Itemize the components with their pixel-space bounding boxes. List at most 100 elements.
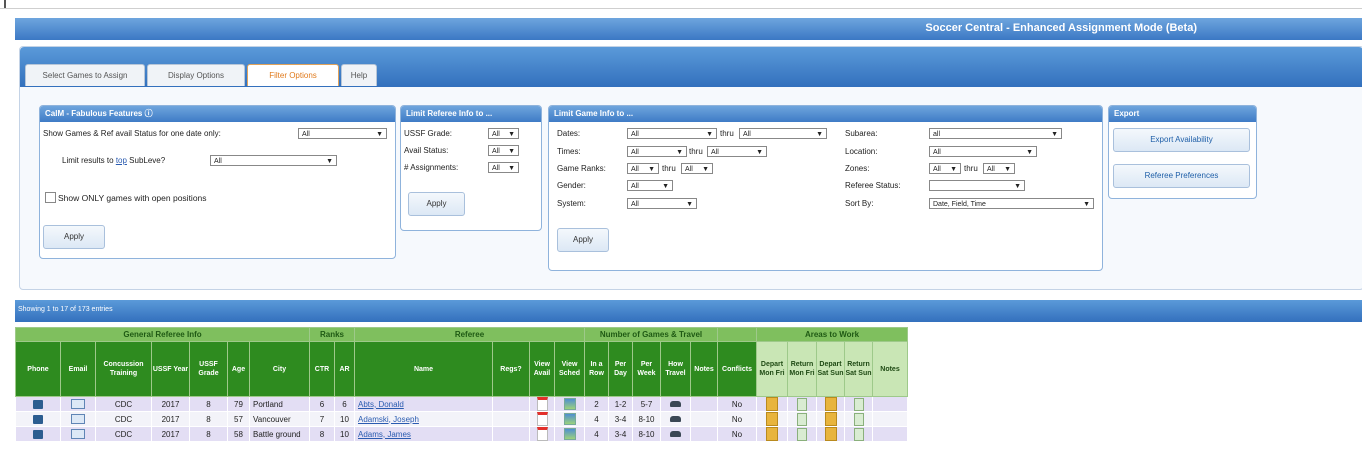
col-return-sat-sun[interactable]: Return Sat Sun: [844, 341, 873, 397]
col-view-avail[interactable]: View Avail: [529, 341, 555, 397]
col-view-sched[interactable]: View Sched: [554, 341, 585, 397]
game-ranks-label: Game Ranks:: [557, 164, 606, 173]
times-thru-select[interactable]: All ▼: [707, 146, 767, 157]
game-ranks-from-select[interactable]: All ▼: [627, 163, 659, 174]
schedule-icon[interactable]: [563, 398, 576, 410]
col-area-notes[interactable]: Notes: [872, 341, 908, 397]
referee-name-link[interactable]: Adams, James: [358, 430, 411, 439]
tab-display-options[interactable]: Display Options: [147, 64, 245, 86]
referee-apply-button[interactable]: Apply: [408, 192, 465, 216]
schedule-icon[interactable]: [563, 413, 576, 425]
limit-subarea-select[interactable]: All ▼: [210, 155, 337, 166]
col-conflicts[interactable]: Conflicts: [717, 341, 757, 397]
document-icon[interactable]: [824, 397, 837, 411]
open-positions-checkbox[interactable]: [45, 192, 56, 203]
app-title: Soccer Central - Enhanced Assignment Mod…: [925, 22, 1197, 34]
training-cell: CDC: [95, 411, 152, 427]
col-training[interactable]: Concussion Training: [95, 341, 152, 397]
dates-thru-select[interactable]: All ▼: [739, 128, 827, 139]
gender-select[interactable]: All ▼: [627, 180, 673, 191]
page-icon[interactable]: [853, 427, 864, 441]
col-ussf-grade[interactable]: USSF Grade: [189, 341, 228, 397]
col-regs[interactable]: Regs?: [492, 341, 530, 397]
page-icon[interactable]: [797, 397, 807, 411]
phone-icon[interactable]: [33, 414, 43, 424]
document-icon[interactable]: [824, 427, 837, 441]
col-per-week[interactable]: Per Week: [632, 341, 661, 397]
col-per-day[interactable]: Per Day: [608, 341, 633, 397]
email-icon[interactable]: [71, 414, 85, 424]
col-phone[interactable]: Phone: [15, 341, 61, 397]
table-row: CDC 2017 8 79 Portland 6 6 Abts, Donald …: [15, 396, 908, 412]
tab-strip: Select Games to Assign Display Options F…: [20, 47, 1362, 87]
times-from-select[interactable]: All ▼: [627, 146, 687, 157]
calendar-icon[interactable]: [536, 397, 548, 411]
col-how-travel[interactable]: How Travel: [660, 341, 691, 397]
page-icon[interactable]: [797, 427, 807, 441]
zones-thru-select[interactable]: All ▼: [983, 163, 1015, 174]
top-link[interactable]: top: [116, 156, 127, 165]
per-week-cell: 8-10: [632, 411, 661, 427]
col-ar[interactable]: AR: [334, 341, 355, 397]
referee-name-link[interactable]: Abts, Donald: [358, 400, 404, 409]
col-notes[interactable]: Notes: [690, 341, 718, 397]
email-icon[interactable]: [71, 429, 85, 439]
notes-cell: [690, 426, 718, 442]
col-return-mon-fri[interactable]: Return Mon Fri: [787, 341, 817, 397]
tab-help[interactable]: Help: [341, 64, 377, 86]
referee-preferences-button[interactable]: Referee Preferences: [1113, 164, 1250, 188]
car-icon: [670, 431, 681, 438]
city-cell: Vancouver: [249, 411, 310, 427]
custom-apply-button[interactable]: Apply: [43, 225, 105, 249]
col-ussf-year[interactable]: USSF Year: [151, 341, 190, 397]
ussf-grade-select[interactable]: All ▼: [488, 128, 519, 139]
tab-filter-options[interactable]: Filter Options: [247, 64, 339, 86]
assignments-select[interactable]: All ▼: [488, 162, 519, 173]
location-select[interactable]: All ▼: [929, 146, 1037, 157]
browser-top-edge: [0, 0, 1362, 9]
notes-cell: [690, 396, 718, 412]
calendar-icon[interactable]: [536, 427, 548, 441]
show-games-date-select[interactable]: All ▼: [298, 128, 387, 139]
col-email[interactable]: Email: [60, 341, 96, 397]
col-city[interactable]: City: [249, 341, 310, 397]
system-select[interactable]: All ▼: [627, 198, 697, 209]
dates-from-select[interactable]: All ▼: [627, 128, 717, 139]
info-icon[interactable]: ⓘ: [145, 109, 153, 118]
avail-status-label: Avail Status:: [404, 146, 449, 155]
email-icon[interactable]: [71, 399, 85, 409]
referee-name-link[interactable]: Adamski, Joseph: [358, 415, 419, 424]
export-availability-button[interactable]: Export Availability: [1113, 128, 1250, 152]
phone-icon[interactable]: [33, 399, 43, 409]
col-depart-sat-sun[interactable]: Depart Sat Sun: [816, 341, 845, 397]
general-group-header: General Referee Info: [15, 327, 310, 342]
referee-status-select[interactable]: ▼: [929, 180, 1025, 191]
col-name[interactable]: Name: [354, 341, 493, 397]
dates-label: Dates:: [557, 129, 581, 138]
ussf-grade-cell: 8: [189, 411, 228, 427]
calendar-icon[interactable]: [536, 412, 548, 426]
page-icon[interactable]: [797, 412, 807, 426]
page-icon[interactable]: [853, 412, 864, 426]
subarea-select[interactable]: all ▼: [929, 128, 1062, 139]
document-icon[interactable]: [766, 412, 778, 426]
phone-icon[interactable]: [33, 429, 43, 439]
zones-from-select[interactable]: All ▼: [929, 163, 961, 174]
col-depart-mon-fri[interactable]: Depart Mon Fri: [756, 341, 788, 397]
avail-status-select[interactable]: All ▼: [488, 145, 519, 156]
results-info-bar: Showing 1 to 17 of 173 entries: [15, 300, 1362, 322]
document-icon[interactable]: [824, 412, 837, 426]
limit-referee-header: Limit Referee Info to ...: [401, 106, 541, 122]
game-ranks-thru-select[interactable]: All ▼: [681, 163, 713, 174]
sort-by-select[interactable]: Date, Field, Time ▼: [929, 198, 1094, 209]
document-icon[interactable]: [766, 427, 778, 441]
page-icon[interactable]: [853, 397, 864, 411]
col-ctr[interactable]: CTR: [309, 341, 335, 397]
conflicts-cell: No: [717, 411, 757, 427]
document-icon[interactable]: [766, 397, 778, 411]
col-age[interactable]: Age: [227, 341, 250, 397]
tab-select-games[interactable]: Select Games to Assign: [25, 64, 145, 86]
schedule-icon[interactable]: [563, 428, 576, 440]
col-in-a-row[interactable]: In a Row: [584, 341, 609, 397]
game-apply-button[interactable]: Apply: [557, 228, 609, 252]
